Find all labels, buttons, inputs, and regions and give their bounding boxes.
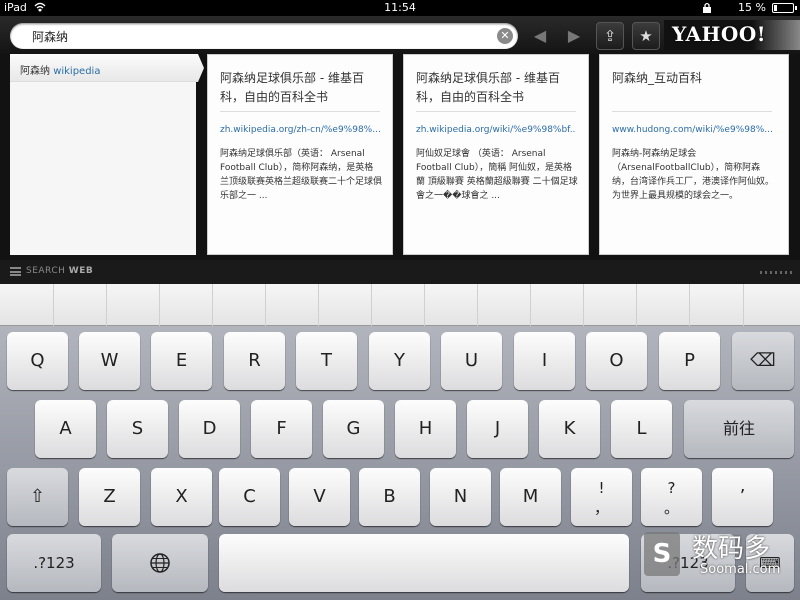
key-a[interactable]: A (35, 400, 96, 458)
back-button[interactable]: ◀ (528, 24, 552, 48)
globe-icon (150, 553, 170, 573)
candidate-slot[interactable] (478, 284, 531, 326)
result-url[interactable]: www.hudong.com/wiki/%e9%98%... (612, 125, 772, 135)
battery-percent: 15 % (738, 1, 766, 14)
logo-text: YAHOO! (672, 22, 767, 46)
key-e[interactable]: E (151, 332, 212, 390)
key-i[interactable]: I (514, 332, 575, 390)
candidate-slot[interactable] (372, 284, 425, 326)
suggestion-panel (10, 54, 196, 255)
key-m[interactable]: M (500, 468, 561, 526)
shift-key[interactable]: ⇧ (7, 468, 68, 526)
result-card[interactable]: 阿森纳足球俱乐部 - 维基百科，自由的百科全书 zh.wikipedia.org… (207, 54, 393, 255)
menu-icon[interactable] (10, 267, 21, 276)
key-s[interactable]: S (107, 400, 168, 458)
candidate-slot[interactable] (54, 284, 107, 326)
key-c[interactable]: C (219, 468, 280, 526)
key-y[interactable]: Y (369, 332, 430, 390)
result-url[interactable]: zh.wikipedia.org/wiki/%e9%98%bf... (416, 125, 576, 135)
watermark-chinese: 数码多 (692, 534, 771, 564)
key-g[interactable]: G (323, 400, 384, 458)
candidate-slot[interactable] (425, 284, 478, 326)
space-key[interactable] (219, 534, 629, 592)
candidate-slot[interactable] (0, 284, 54, 326)
result-card[interactable]: 阿森纳_互动百科 www.hudong.com/wiki/%e9%98%... … (599, 54, 789, 255)
soomal-watermark: S 数码多 Soomal.com (644, 530, 800, 582)
rotation-lock-icon (703, 2, 711, 13)
search-web-label[interactable]: SEARCH WEB (26, 266, 93, 276)
candidate-slot[interactable] (744, 284, 800, 326)
key-k[interactable]: K (539, 400, 600, 458)
numbers-key[interactable]: .?123 (7, 534, 101, 592)
key-l[interactable]: L (611, 400, 672, 458)
key-u[interactable]: U (441, 332, 502, 390)
candidate-slot[interactable] (213, 284, 266, 326)
key-apostrophe[interactable]: ’ (712, 468, 773, 526)
key-t[interactable]: T (296, 332, 357, 390)
status-bar: iPad 11:54 15 % (0, 0, 800, 16)
search-toolbar: 阿森纳 ✕ ◀ ▶ ⇪ ★ YAHOO! (0, 16, 800, 54)
screen: iPad 11:54 15 % 阿森纳 ✕ ◀ ▶ ⇪ ★ YAHOO! 阿森纳… (0, 0, 800, 600)
suggestion-item[interactable]: 阿森纳 wikipedia (10, 54, 204, 82)
key-h[interactable]: H (395, 400, 456, 458)
divider (612, 111, 772, 112)
clock: 11:54 (384, 1, 416, 14)
key-bottom-char: ， (593, 499, 609, 517)
key-b[interactable]: B (359, 468, 420, 526)
candidate-slot[interactable] (266, 284, 319, 326)
key-r[interactable]: R (224, 332, 285, 390)
result-snippet: 阿仙奴足球會 （英语： Arsenal Football Club），簡稱 阿仙… (416, 149, 578, 201)
result-title[interactable]: 阿森纳足球俱乐部 - 维基百科，自由的百科全书 (416, 69, 576, 107)
clear-search-icon[interactable]: ✕ (497, 28, 513, 44)
watermark-english: Soomal.com (700, 562, 781, 577)
key-d[interactable]: D (179, 400, 240, 458)
result-url[interactable]: zh.wikipedia.org/zh-cn/%e9%98%... (220, 125, 380, 135)
key-f[interactable]: F (251, 400, 312, 458)
globe-key[interactable] (112, 534, 208, 592)
candidate-slot[interactable] (531, 284, 584, 326)
key-z[interactable]: Z (79, 468, 140, 526)
watermark-logo: S (644, 532, 680, 576)
search-web-bar[interactable]: SEARCH WEB (0, 260, 800, 284)
result-snippet: 阿森纳足球俱乐部（英语： Arsenal Football Club），简称阿森… (220, 149, 383, 201)
backspace-key[interactable]: ⌫ (732, 332, 794, 390)
yahoo-logo[interactable]: YAHOO! (664, 20, 800, 50)
bookmark-star-button[interactable]: ★ (632, 22, 660, 50)
grip-dots-icon (760, 271, 794, 274)
key-j[interactable]: J (467, 400, 528, 458)
suggestion-text: 阿森纳 wikipedia (20, 66, 101, 77)
candidate-slot[interactable] (690, 284, 744, 326)
result-card[interactable]: 阿森纳足球俱乐部 - 维基百科，自由的百科全书 zh.wikipedia.org… (403, 54, 589, 255)
share-button[interactable]: ⇪ (596, 22, 624, 50)
key-top-char: ? (667, 479, 676, 497)
divider (416, 111, 576, 112)
candidate-slot[interactable] (584, 284, 637, 326)
key-v[interactable]: V (289, 468, 350, 526)
results-area: 阿森纳 wikipedia 阿森纳足球俱乐部 - 维基百科，自由的百科全书 zh… (0, 54, 800, 260)
key-w[interactable]: W (79, 332, 140, 390)
battery-icon (772, 3, 797, 13)
forward-button[interactable]: ▶ (562, 24, 586, 48)
key-x[interactable]: X (151, 468, 212, 526)
candidate-slot[interactable] (107, 284, 160, 326)
key-exclaim-comma[interactable]: ! ， (571, 468, 632, 526)
candidate-slot[interactable] (160, 284, 213, 326)
key-n[interactable]: N (430, 468, 491, 526)
candidate-slot[interactable] (637, 284, 690, 326)
key-p[interactable]: P (659, 332, 720, 390)
search-input[interactable]: 阿森纳 ✕ (10, 23, 518, 49)
candidate-slot[interactable] (319, 284, 372, 326)
result-snippet: 阿森纳-阿森纳足球会（ArsenalFootballClub），简称阿森纳，台湾… (612, 149, 775, 201)
go-return-key[interactable]: 前往 (684, 400, 794, 458)
key-q[interactable]: Q (7, 332, 68, 390)
result-title[interactable]: 阿森纳_互动百科 (612, 69, 772, 88)
key-question-period[interactable]: ? 。 (641, 468, 702, 526)
candidate-bar (0, 284, 800, 326)
key-top-char: ! (598, 479, 605, 497)
divider (220, 111, 380, 112)
search-query[interactable]: 阿森纳 (32, 28, 68, 45)
result-title[interactable]: 阿森纳足球俱乐部 - 维基百科，自由的百科全书 (220, 69, 380, 107)
key-bottom-char: 。 (663, 499, 679, 517)
key-o[interactable]: O (586, 332, 647, 390)
